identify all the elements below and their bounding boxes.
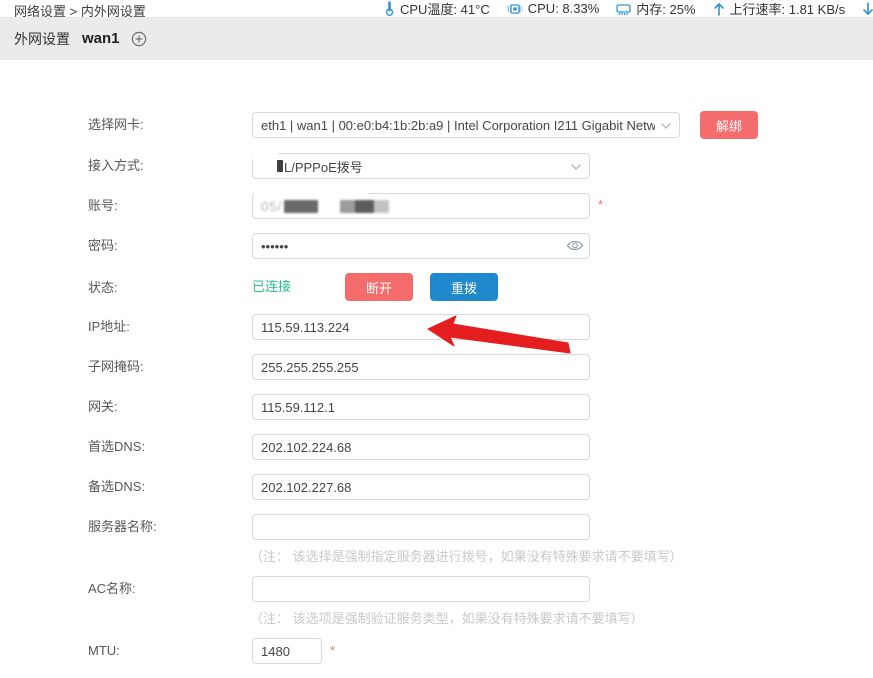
primary-dns-label: 首选DNS:	[88, 434, 145, 460]
gateway-input[interactable]	[252, 394, 590, 420]
chevron-down-icon	[660, 122, 672, 130]
ac-name-label: AC名称:	[88, 576, 136, 602]
arrow-up-icon	[713, 2, 725, 16]
thermometer-icon	[384, 1, 395, 16]
required-asterisk: *	[598, 197, 603, 212]
nic-select[interactable]: eth1 | wan1 | 00:e0:b4:1b:2b:a9 | Intel …	[252, 112, 680, 138]
status-label: 状态:	[88, 274, 118, 302]
status-item-label: CPU: 8.33%	[528, 1, 600, 16]
password-label: 密码:	[88, 233, 118, 259]
backup-dns-label: 备选DNS:	[88, 474, 145, 500]
chevron-down-icon	[570, 163, 582, 171]
netmask-label: 子网掩码:	[88, 354, 144, 380]
nic-select-value: eth1 | wan1 | 00:e0:b4:1b:2b:a9 | Intel …	[261, 118, 655, 133]
redial-button[interactable]: 重拨	[430, 273, 498, 301]
eye-icon[interactable]	[566, 239, 584, 257]
status-bar: CPU温度: 41°C CPU: 8.33% 内存: 25%	[384, 0, 873, 17]
memory-icon	[616, 2, 631, 16]
ac-name-note: （注： 该选项是强制验证服务类型，如果没有特殊要求请不要填写）	[250, 608, 644, 627]
arrow-down-icon	[862, 2, 873, 16]
disconnect-button[interactable]: 断开	[345, 273, 413, 301]
section-header: 外网设置 wan1	[0, 17, 873, 60]
redacted-account-value: 05/	[261, 194, 581, 218]
netmask-input[interactable]	[252, 354, 590, 380]
blur-overlay	[250, 147, 278, 159]
required-asterisk: *	[330, 643, 335, 658]
gateway-label: 网关:	[88, 394, 118, 420]
primary-dns-input[interactable]	[252, 434, 590, 460]
app-root: 网络设置 > 内外网设置 CPU温度: 41°C CPU: 8.33%	[0, 0, 873, 678]
backup-dns-input[interactable]	[252, 474, 590, 500]
plus-circle-icon	[131, 31, 147, 47]
access-mode-select[interactable]: L/PPPoE拨号	[252, 153, 590, 179]
mtu-label: MTU:	[88, 638, 120, 664]
cpu-icon	[507, 2, 523, 16]
page-title: 外网设置	[14, 29, 70, 49]
interface-name: wan1	[82, 30, 120, 47]
status-item-download: 下行	[862, 0, 873, 18]
server-name-label: 服务器名称:	[88, 514, 157, 540]
mtu-input[interactable]	[252, 638, 322, 664]
redaction-artifact	[277, 160, 283, 172]
ac-name-input[interactable]	[252, 576, 590, 602]
nic-label: 选择网卡:	[88, 112, 144, 138]
blur-overlay	[250, 185, 368, 194]
status-item-upload: 上行速率: 1.81 KB/s	[713, 0, 846, 18]
access-mode-label: 接入方式:	[88, 153, 144, 179]
ip-label: IP地址:	[88, 314, 130, 340]
account-label: 账号:	[88, 193, 118, 219]
status-item-label: CPU温度: 41°C	[400, 0, 490, 18]
status-item-label: 内存: 25%	[636, 0, 695, 18]
status-item-label: 上行速率: 1.81 KB/s	[730, 0, 846, 18]
status-item-cpu-temp: CPU温度: 41°C	[384, 0, 490, 18]
ip-input[interactable]	[252, 314, 590, 340]
password-input[interactable]	[252, 233, 590, 259]
status-item-cpu: CPU: 8.33%	[507, 1, 600, 16]
access-mode-value: L/PPPoE拨号	[284, 157, 565, 176]
connection-status: 已连接	[252, 273, 291, 301]
account-input[interactable]: 05/	[252, 193, 590, 219]
add-wan-button[interactable]	[131, 31, 147, 47]
server-name-note: （注： 该选择是强制指定服务器进行拨号，如果没有特殊要求请不要填写）	[250, 546, 683, 565]
unbind-button[interactable]: 解绑	[700, 111, 758, 139]
status-item-memory: 内存: 25%	[616, 0, 695, 18]
top-bar: 网络设置 > 内外网设置 CPU温度: 41°C CPU: 8.33%	[0, 0, 873, 17]
server-name-input[interactable]	[252, 514, 590, 540]
